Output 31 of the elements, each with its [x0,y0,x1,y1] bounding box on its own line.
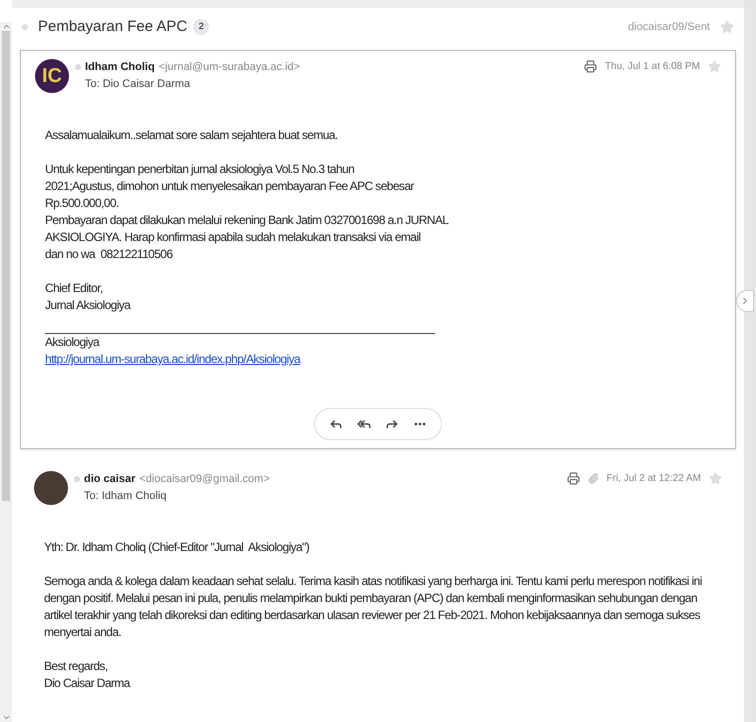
recipient: To: Dio Caisar Darma [85,76,192,92]
folder-label: diocaisar09/Sent [628,20,710,35]
message-date: Fri, Jul 2 at 12:22 AM [606,472,701,486]
star-icon[interactable] [708,60,721,73]
body-paragraph: Chief Editor, Jurnal Aksiologiya [45,280,132,314]
body-paragraph: Yth: Dr. Idham Choliq (Chief-Editor "Jurnal Aksiologiya") [44,539,310,556]
star-icon[interactable] [709,472,722,485]
scroll-up-icon[interactable] [2,22,10,31]
recipient: To: Idham Choliq [84,488,168,504]
avatar: IC [35,59,69,93]
body-paragraph: Untuk kepentingan penerbitan jurnal aksiologiya Vol.5 No.3 tahun 2021;Agustus, dimohon untuk menyelesaikan pembayaran Fee APC sebesar Rp.500.000,00. Pembayaran dapat dilakukan melalui rekening Bank Jatim 0327001698 a.n JURNAL AKSIOLOGIYA. Harap konfirmasi apabila sudah melakukan transaksi via email dan no wa 082122110506 [45,161,450,263]
message-date: Thu, Jul 1 at 6:08 PM [604,60,700,74]
star-icon[interactable] [720,20,734,34]
right-scrollbar[interactable] [744,0,756,722]
body-paragraph: Assalamualaikum..selamat sore salam sejahtera buat semua. [45,127,339,144]
sender-name[interactable]: dio caisar [84,471,136,488]
sender-email: <diocaisar09@gmail.com> [139,472,270,487]
thread-subject: Pembayaran Fee APC [38,16,188,37]
paperclip-icon[interactable] [588,473,598,484]
print-icon[interactable] [566,472,580,485]
sender-email: <jurnal@um-surabaya.ac.id> [158,60,300,75]
body-paragraph: Semoga anda & kolega dalam keadaan sehat selalu. Terima kasih atas notifikasi yang berharga ini. Tentu kami perlu merespon notifikasi ini dengan positif. Melalui pesan ini pula, penulis melampirkan bukti pembayaran (APC) dan kembali menginformasikan sehubungan dengan artikel terakhir yang telah dikoreksi dan editing berdasarkan ulasan reviewer per 21 Feb-2021. Mohon kebijaksaannya dan semoga sukses menyertai anda. [44,573,703,641]
message-count: 2 [193,19,210,35]
sender-name[interactable]: Idham Choliq [85,59,155,76]
signature-name: Aksiologiya [45,334,101,351]
scroll-down-icon[interactable] [2,713,10,722]
print-icon[interactable] [584,60,597,73]
body-paragraph: Best regards, Dio Caisar Darma [44,658,132,692]
signature-link[interactable]: http://journal.um-surabaya.ac.id/index.php/Aksiologiya [45,352,300,366]
left-scrollbar[interactable] [0,22,12,722]
avatar-photo-placeholder [34,471,68,505]
